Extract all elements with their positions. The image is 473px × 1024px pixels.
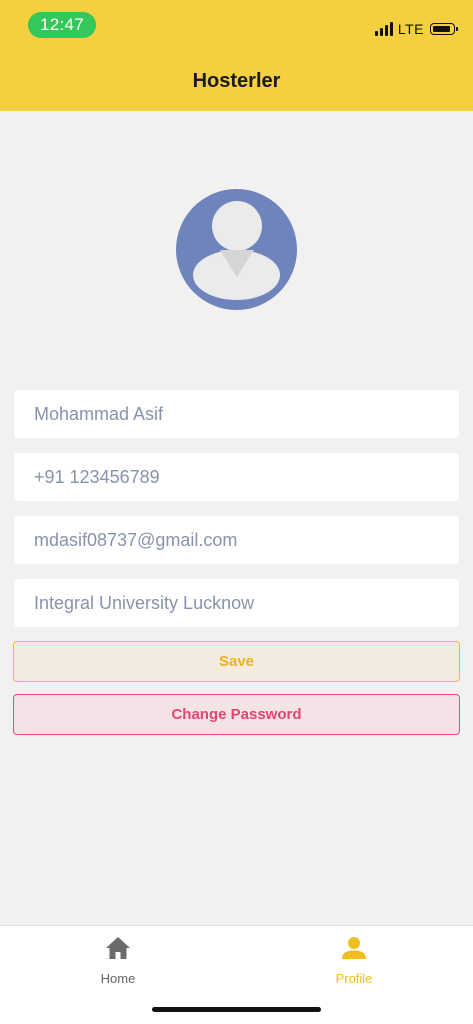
- avatar-collar-shape: [220, 250, 254, 277]
- avatar-head-shape: [212, 201, 262, 251]
- avatar[interactable]: [176, 189, 297, 310]
- tab-profile-label: Profile: [335, 971, 373, 986]
- app-header: 12:47 LTE Hosterler: [0, 0, 473, 111]
- email-field[interactable]: mdasif08737@gmail.com: [14, 516, 459, 564]
- tab-home-label: Home: [100, 971, 136, 986]
- tab-profile[interactable]: Profile: [294, 926, 414, 996]
- battery-icon: [430, 23, 458, 35]
- home-indicator[interactable]: [152, 1007, 321, 1012]
- network-type-label: LTE: [397, 21, 424, 37]
- person-icon: [342, 937, 366, 959]
- save-button[interactable]: Save: [13, 641, 460, 682]
- tab-home[interactable]: Home: [58, 926, 178, 996]
- page-title: Hosterler: [192, 70, 281, 92]
- change-password-button[interactable]: Change Password: [13, 694, 460, 735]
- status-time: 12:47: [28, 12, 96, 38]
- cellular-signal-icon: [374, 22, 393, 36]
- college-field[interactable]: Integral University Lucknow: [14, 579, 459, 627]
- home-icon: [106, 937, 130, 959]
- name-field[interactable]: Mohammad Asif: [14, 390, 459, 438]
- status-indicators: LTE: [374, 19, 458, 39]
- phone-field[interactable]: +91 123456789: [14, 453, 459, 501]
